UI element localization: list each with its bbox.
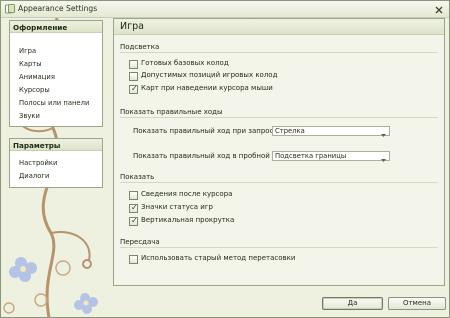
appearance-panel-header: Оформление bbox=[10, 21, 102, 33]
divider bbox=[120, 247, 438, 248]
content-panel: Игра Подсветка Готовых базовых колод Доп… bbox=[113, 18, 445, 286]
trial-game-select[interactable]: Подсветка границы bbox=[272, 151, 390, 164]
app-icon bbox=[5, 4, 15, 14]
checkbox-label: Вертикальная прокрутка bbox=[141, 216, 235, 224]
checkbox-checked[interactable]: ✓ bbox=[129, 84, 138, 94]
checkbox[interactable] bbox=[129, 60, 138, 69]
sidebar-item-bars[interactable]: Полосы или панели bbox=[19, 99, 89, 107]
cancel-button[interactable]: Отмена bbox=[388, 297, 446, 310]
on-request-value: Стрелка bbox=[275, 127, 305, 135]
checkmark-icon: ✓ bbox=[131, 203, 138, 212]
show-section-label: Показать bbox=[120, 173, 155, 181]
checkbox-label: Допустимых позиций игровых колод bbox=[141, 71, 278, 79]
chevron-down-icon bbox=[381, 155, 386, 164]
checkbox[interactable] bbox=[129, 191, 138, 200]
checkbox-label: Использовать старый метод перетасовки bbox=[141, 254, 296, 262]
parameters-panel-header: Параметры bbox=[10, 139, 102, 151]
checkbox[interactable] bbox=[129, 255, 138, 264]
show-moves-section-label: Показать правильные ходы bbox=[120, 108, 223, 116]
sidebar-item-cursors[interactable]: Курсоры bbox=[19, 86, 50, 94]
divider bbox=[120, 182, 438, 183]
ok-button[interactable]: Да bbox=[322, 297, 383, 310]
page-title: Игра bbox=[120, 21, 144, 32]
checkbox-label: Карт при наведении курсора мыши bbox=[141, 84, 273, 92]
sidebar-item-sounds[interactable]: Звуки bbox=[19, 112, 40, 120]
appearance-settings-window: Appearance Settings Оформление Игра Карт… bbox=[0, 0, 450, 318]
chevron-down-icon bbox=[381, 130, 386, 139]
checkbox-label: Готовых базовых колод bbox=[141, 59, 229, 67]
close-icon[interactable] bbox=[434, 5, 444, 15]
checkbox-label: Значки статуса игр bbox=[141, 203, 213, 211]
checkmark-icon: ✓ bbox=[131, 84, 138, 93]
on-request-label: Показать правильный ход при запросе (N bbox=[133, 127, 288, 135]
transfer-section-label: Пересдача bbox=[120, 238, 160, 246]
sidebar-item-dialogs[interactable]: Диалоги bbox=[19, 172, 49, 180]
checkbox-checked[interactable]: ✓ bbox=[129, 203, 138, 213]
sidebar-item-animation[interactable]: Анимация bbox=[19, 73, 55, 81]
trial-game-label: Показать правильный ход в пробной игр bbox=[133, 152, 285, 160]
checkmark-icon: ✓ bbox=[131, 216, 138, 225]
checkbox-checked[interactable]: ✓ bbox=[129, 216, 138, 226]
sidebar-item-settings[interactable]: Настройки bbox=[19, 159, 57, 167]
highlight-section-label: Подсветка bbox=[120, 43, 160, 51]
divider bbox=[120, 117, 438, 118]
content-header: Игра bbox=[114, 19, 444, 35]
checkbox[interactable] bbox=[129, 72, 138, 81]
parameters-panel: Параметры Настройки Диалоги bbox=[9, 138, 103, 188]
checkbox-label: Сведения после курсора bbox=[141, 190, 233, 198]
appearance-panel: Оформление Игра Карты Анимация Курсоры П… bbox=[9, 20, 103, 127]
divider bbox=[120, 52, 438, 53]
trial-game-value: Подсветка границы bbox=[275, 152, 347, 160]
title-bar: Appearance Settings bbox=[1, 1, 449, 18]
on-request-select[interactable]: Стрелка bbox=[272, 126, 390, 139]
sidebar-item-cards[interactable]: Карты bbox=[19, 60, 42, 68]
sidebar-item-game[interactable]: Игра bbox=[19, 47, 36, 55]
window-title: Appearance Settings bbox=[18, 4, 98, 13]
